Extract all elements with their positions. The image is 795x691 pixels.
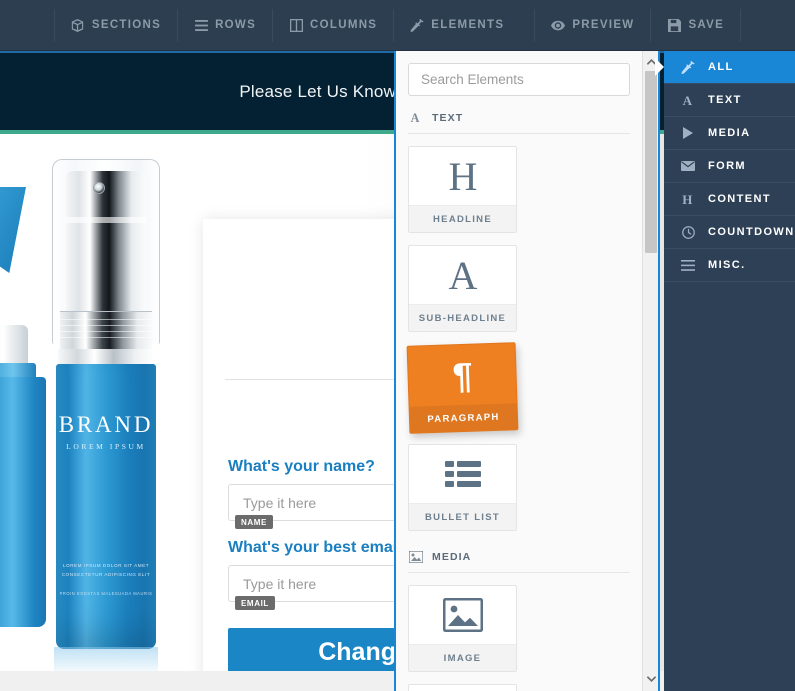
name-input-placeholder: Type it here — [243, 494, 317, 511]
scroll-down-arrow-icon[interactable] — [643, 671, 658, 687]
toolbar-label-sections: SECTIONS — [91, 19, 162, 31]
secondary-bottle-body — [0, 377, 46, 627]
bottle-fine-print-2: PROIN EGESTAS MALESUADA MAURIS — [59, 591, 153, 596]
email-input-placeholder: Type it here — [243, 575, 317, 592]
toolbar-button-rows[interactable]: ROWS — [177, 8, 272, 42]
tile-label-image: IMAGE — [409, 644, 516, 671]
bottle-pump-button — [93, 182, 105, 194]
toolbar-label-elements: ELEMENTS — [431, 19, 505, 31]
svg-text:H: H — [682, 192, 694, 206]
bottle-cap-plate — [66, 217, 146, 223]
clock-icon — [680, 225, 696, 239]
sidebar-item-misc[interactable]: MISC. — [664, 249, 795, 282]
tile-label-bullet-list: BULLET LIST — [409, 503, 516, 530]
element-tile-image[interactable]: IMAGE — [408, 585, 517, 672]
sidebar-label-form: FORM — [708, 160, 746, 172]
toolbar-label-preview: PREVIEW — [572, 19, 635, 31]
sidebar-label-media: MEDIA — [708, 127, 751, 139]
letter-h-icon: H — [680, 192, 696, 206]
search-elements-box[interactable] — [408, 63, 630, 96]
toolbar-group-build: SECTIONS ROWS COLUMNS ELEMENTS PREVIEW S… — [53, 8, 742, 42]
sidebar-item-media[interactable]: MEDIA — [664, 117, 795, 150]
letter-h-icon: H — [409, 147, 516, 205]
sidebar-label-all: ALL — [708, 61, 734, 73]
eye-icon — [551, 18, 566, 32]
svg-text:A: A — [411, 111, 421, 124]
section-title-text: TEXT — [432, 111, 464, 124]
bottle-cap-inner — [66, 171, 146, 331]
element-tile-paragraph[interactable]: ¶ PARAGRAPH — [406, 342, 519, 434]
panel-scrollbar[interactable] — [642, 51, 658, 691]
elements-panel: A TEXT H HEADLINE A SUB-HEADLINE — [394, 51, 660, 691]
panel-scrollbar-thumb[interactable] — [645, 71, 657, 253]
bottle-fine-print-1: LOREM IPSUM DOLOR SIT AMET CONSECTETUR A… — [61, 563, 151, 577]
plug-icon — [410, 18, 424, 32]
pilcrow-icon: ¶ — [408, 343, 517, 407]
section-header-text: A TEXT — [408, 110, 630, 134]
svg-text:A: A — [448, 253, 477, 297]
toolbar-button-elements[interactable]: ELEMENTS — [393, 8, 520, 42]
product-image: BRAND LOREM IPSUM LOREM IPSUM DOLOR SIT … — [0, 149, 198, 679]
rows-icon — [194, 18, 208, 32]
elements-panel-scroll-area: A TEXT H HEADLINE A SUB-HEADLINE — [396, 51, 642, 691]
toolbar-button-sections[interactable]: SECTIONS — [53, 8, 177, 42]
bottle-neck-ridges — [60, 319, 152, 341]
toolbar-label-save: SAVE — [688, 19, 725, 31]
image-icon — [409, 586, 516, 644]
floppy-disk-icon — [667, 18, 681, 32]
letter-a-icon: A — [408, 110, 423, 125]
search-input[interactable] — [421, 72, 617, 87]
toolbar-button-save[interactable]: SAVE — [650, 8, 742, 42]
sidebar-item-countdown[interactable]: COUNTDOWN — [664, 216, 795, 249]
svg-text:¶: ¶ — [451, 355, 472, 396]
toolbar-label-columns: COLUMNS — [310, 19, 378, 31]
element-tile-bullet-list[interactable]: BULLET LIST — [408, 444, 517, 531]
bottle-collar — [58, 349, 154, 365]
email-field-tag: EMAIL — [235, 596, 275, 611]
svg-text:A: A — [683, 93, 694, 107]
tile-label-headline: HEADLINE — [409, 205, 516, 232]
top-toolbar: SECTIONS ROWS COLUMNS ELEMENTS PREVIEW S… — [0, 0, 795, 51]
toolbar-button-preview[interactable]: PREVIEW — [534, 8, 650, 42]
bottle-body: BRAND LOREM IPSUM LOREM IPSUM DOLOR SIT … — [56, 364, 156, 649]
section-title-media: MEDIA — [432, 550, 472, 563]
page-builder-app: SECTIONS ROWS COLUMNS ELEMENTS PREVIEW S… — [0, 0, 795, 691]
toolbar-label-rows: ROWS — [215, 19, 257, 31]
sidebar-item-form[interactable]: FORM — [664, 150, 795, 183]
element-tile-sub-headline[interactable]: A SUB-HEADLINE — [408, 245, 517, 332]
bullet-list-icon — [409, 445, 516, 503]
name-field-tag: NAME — [235, 515, 273, 530]
picture-icon — [408, 549, 423, 564]
cube-icon — [71, 18, 85, 32]
plug-icon — [680, 60, 696, 74]
primary-bottle: BRAND LOREM IPSUM LOREM IPSUM DOLOR SIT … — [44, 159, 168, 677]
tiles-media: IMAGE IMAGE POPUP VIDEO — [396, 573, 642, 691]
letter-a-serif-icon: A — [409, 246, 516, 304]
bottle-brand-text: BRAND — [58, 412, 154, 437]
tiles-text: H HEADLINE A SUB-HEADLINE ¶ PARAGRAPH BU… — [396, 134, 642, 531]
letter-a-icon: A — [680, 93, 696, 107]
columns-icon — [289, 18, 303, 32]
section-header-media: MEDIA — [408, 549, 630, 573]
play-triangle-icon — [680, 127, 696, 139]
sidebar-label-text: TEXT — [708, 94, 742, 106]
sidebar-label-misc: MISC. — [708, 259, 746, 271]
image-magnifier-icon — [409, 685, 516, 691]
bottle-brand-subtext: LOREM IPSUM — [66, 442, 146, 451]
hamburger-icon — [680, 259, 696, 271]
sidebar-label-countdown: COUNTDOWN — [708, 226, 795, 238]
svg-text:H: H — [448, 154, 477, 198]
category-sidebar: ALL A TEXT MEDIA FORM H CONTENT COUNTDOW… — [655, 51, 795, 691]
sidebar-item-all[interactable]: ALL — [655, 51, 795, 84]
tile-label-sub-headline: SUB-HEADLINE — [409, 304, 516, 331]
element-tile-headline[interactable]: H HEADLINE — [408, 146, 517, 233]
tile-label-paragraph: PARAGRAPH — [409, 403, 518, 433]
envelope-icon — [680, 161, 696, 171]
element-tile-image-popup[interactable]: IMAGE POPUP — [408, 684, 517, 691]
sidebar-item-text[interactable]: A TEXT — [664, 84, 795, 117]
toolbar-button-columns[interactable]: COLUMNS — [272, 8, 393, 42]
sidebar-item-content[interactable]: H CONTENT — [664, 183, 795, 216]
bottle-accent-shape — [0, 187, 26, 273]
sidebar-label-content: CONTENT — [708, 193, 771, 205]
